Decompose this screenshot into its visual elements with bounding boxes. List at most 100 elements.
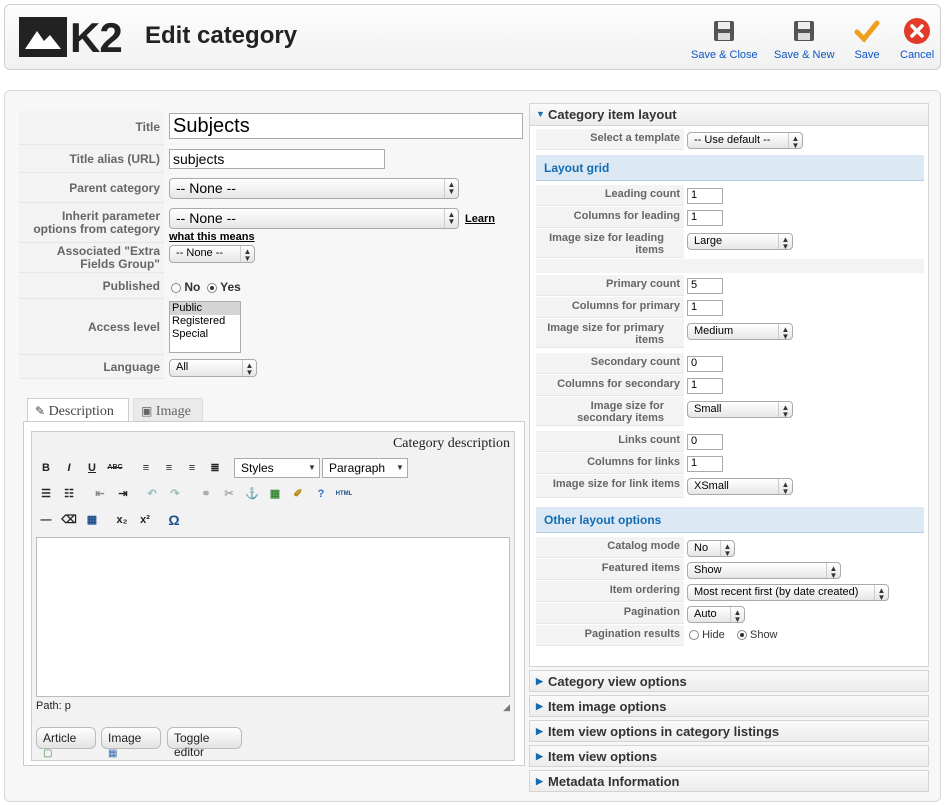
pagination-select[interactable]: Auto ▲ ▼ xyxy=(687,606,745,623)
language-select[interactable]: All ▲ ▼ xyxy=(169,359,257,377)
image-links-select[interactable]: XSmall ▲ ▼ xyxy=(687,478,793,495)
select-arrows-icon: ▲ ▼ xyxy=(874,585,888,600)
italic-icon[interactable]: I xyxy=(59,458,79,478)
title-input[interactable]: Subjects xyxy=(169,113,523,139)
title-label: Title xyxy=(19,111,164,145)
image-primary-select[interactable]: Medium ▲ ▼ xyxy=(687,323,793,340)
image-secondary-row: Image size for secondary items Small ▲ ▼ xyxy=(530,397,928,427)
align-justify-icon[interactable]: ≣ xyxy=(205,458,225,478)
extra-fields-select[interactable]: -- None -- ▲ ▼ xyxy=(169,245,255,263)
primary-count-row: Primary count 5 xyxy=(530,275,928,297)
pagination-hide-radio[interactable] xyxy=(689,630,699,641)
toolbar-row-3: ― ⌫ ▦ x₂ x² Ω xyxy=(32,510,512,534)
horizontal-rule-icon[interactable]: ― xyxy=(36,510,56,530)
image-links-label: Image size for link items xyxy=(536,475,684,498)
unlink-icon[interactable]: ✂ xyxy=(219,484,239,504)
template-select[interactable]: -- Use default -- ▲ ▼ xyxy=(687,132,803,149)
pagination-show-radio[interactable] xyxy=(736,630,747,641)
tab-description[interactable]: ✎ Description xyxy=(27,398,129,422)
secondary-count-input[interactable]: 0 xyxy=(687,356,723,372)
columns-leading-row: Columns for leading 1 xyxy=(530,207,928,229)
template-label: Select a template xyxy=(536,129,684,150)
columns-leading-input[interactable]: 1 xyxy=(687,210,723,226)
learn-link[interactable]: Learn xyxy=(465,213,495,225)
leading-count-cell: 1 xyxy=(687,185,928,207)
links-count-input[interactable]: 0 xyxy=(687,434,723,450)
anchor-icon[interactable]: ⚓ xyxy=(242,484,262,504)
styles-select[interactable]: Styles ▼ xyxy=(234,458,320,478)
strikethrough-icon[interactable]: ABC xyxy=(105,458,125,478)
image-leading-select[interactable]: Large ▲ ▼ xyxy=(687,233,793,250)
columns-primary-input[interactable]: 1 xyxy=(687,300,723,316)
caret-down-icon: ▼ xyxy=(536,109,545,119)
columns-leading-cell: 1 xyxy=(687,207,928,229)
resize-handle-icon[interactable]: ◢ xyxy=(503,702,510,713)
item-view-options-header[interactable]: ▶ Item view options xyxy=(529,745,929,767)
save-close-button[interactable]: Save & Close xyxy=(691,17,758,61)
access-option[interactable]: Public xyxy=(170,302,240,315)
image-add-icon: ▦ xyxy=(108,748,118,759)
align-center-icon[interactable]: ≡ xyxy=(159,458,179,478)
remove-format-icon[interactable]: ⌫ xyxy=(59,510,79,530)
access-listbox[interactable]: Public Registered Special xyxy=(169,301,241,353)
undo-icon[interactable]: ↶ xyxy=(142,484,162,504)
ordering-label: Item ordering xyxy=(536,581,684,602)
template-select-value: -- Use default -- xyxy=(694,134,771,146)
featured-select[interactable]: Show ▲ ▼ xyxy=(687,562,841,579)
link-icon[interactable]: ⚭ xyxy=(196,484,216,504)
alias-label: Title alias (URL) xyxy=(19,145,164,173)
tab-image[interactable]: ▣ Image xyxy=(133,398,203,422)
featured-select-value: Show xyxy=(694,564,722,576)
access-option[interactable]: Special xyxy=(170,328,240,341)
published-yes-radio[interactable] xyxy=(207,282,218,293)
format-select[interactable]: Paragraph ▼ xyxy=(322,458,408,478)
help-icon[interactable]: ? xyxy=(311,484,331,504)
redo-icon[interactable]: ↷ xyxy=(165,484,185,504)
published-value-cell: No Yes xyxy=(167,273,525,299)
image-secondary-select[interactable]: Small ▲ ▼ xyxy=(687,401,793,418)
leading-count-input[interactable]: 1 xyxy=(687,188,723,204)
metadata-information-header[interactable]: ▶ Metadata Information xyxy=(529,770,929,792)
access-option[interactable]: Registered xyxy=(170,315,240,328)
other-layout-header: Other layout options xyxy=(536,507,924,533)
image-button[interactable]: Image ▦ xyxy=(101,727,161,759)
bullet-list-icon[interactable]: ☰ xyxy=(36,484,56,504)
indent-icon[interactable]: ⇥ xyxy=(113,484,133,504)
insert-image-icon[interactable]: ▦ xyxy=(265,484,285,504)
catalog-select[interactable]: No ▲ ▼ xyxy=(687,540,735,557)
subscript-icon[interactable]: x₂ xyxy=(112,510,132,530)
published-no-label: No xyxy=(184,280,201,294)
primary-count-input[interactable]: 5 xyxy=(687,278,723,294)
align-right-icon[interactable]: ≡ xyxy=(182,458,202,478)
inherit-select[interactable]: -- None -- ▲ ▼ xyxy=(169,208,459,229)
item-view-listings-header[interactable]: ▶ Item view options in category listings xyxy=(529,720,929,742)
save-button[interactable]: Save xyxy=(853,17,881,61)
outdent-icon[interactable]: ⇤ xyxy=(90,484,110,504)
save-new-button[interactable]: Save & New xyxy=(774,17,835,61)
table-icon[interactable]: ▦ xyxy=(82,510,102,530)
bold-icon[interactable]: B xyxy=(36,458,56,478)
special-char-icon[interactable]: Ω xyxy=(164,510,184,530)
category-item-layout-header[interactable]: ▼ Category item layout xyxy=(530,104,928,126)
columns-secondary-input[interactable]: 1 xyxy=(687,378,723,394)
article-button[interactable]: Article ▢ xyxy=(36,727,96,759)
ordering-select[interactable]: Most recent first (by date created) ▲ ▼ xyxy=(687,584,889,601)
category-view-options-header[interactable]: ▶ Category view options xyxy=(529,670,929,692)
alias-input[interactable]: subjects xyxy=(169,149,385,169)
cleanup-icon[interactable]: ✐ xyxy=(288,484,308,504)
language-row: Language All ▲ ▼ xyxy=(19,355,525,379)
parent-select[interactable]: -- None -- ▲ ▼ xyxy=(169,178,459,199)
what-this-means-link[interactable]: what this means xyxy=(169,231,255,243)
align-left-icon[interactable]: ≡ xyxy=(136,458,156,478)
superscript-icon[interactable]: x² xyxy=(135,510,155,530)
cancel-button[interactable]: Cancel xyxy=(900,17,934,61)
published-no-radio[interactable] xyxy=(171,282,181,293)
toggle-editor-button[interactable]: Toggle editor xyxy=(167,727,242,759)
underline-icon[interactable]: U xyxy=(82,458,102,478)
columns-links-input[interactable]: 1 xyxy=(687,456,723,472)
dropdown-arrow-icon: ▼ xyxy=(396,463,404,472)
numbered-list-icon[interactable]: ☷ xyxy=(59,484,79,504)
item-image-options-header[interactable]: ▶ Item image options xyxy=(529,695,929,717)
html-source-icon[interactable]: HTML xyxy=(334,484,354,504)
editor-content-area[interactable] xyxy=(36,537,510,697)
